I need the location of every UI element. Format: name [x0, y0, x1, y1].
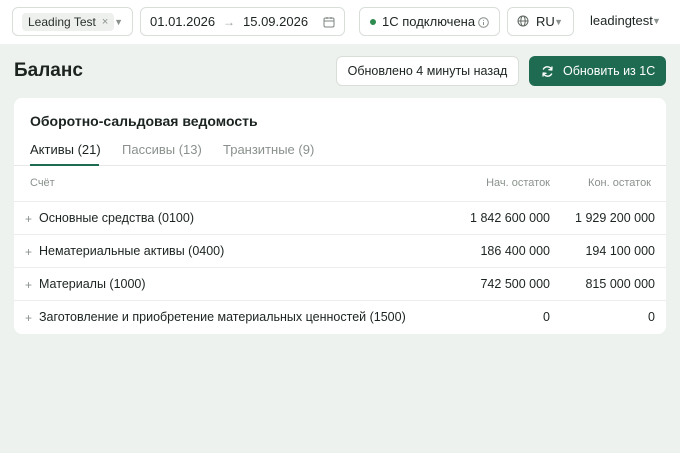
chip-remove-icon[interactable]: ×: [102, 16, 108, 28]
end-balance: 815 000 000: [585, 277, 655, 291]
refresh-button-label: Обновить из 1С: [563, 64, 656, 78]
arrow-right-icon: →: [223, 15, 235, 29]
table-row[interactable]: + Материалы (1000) 742 500 000 815 000 0…: [14, 267, 666, 300]
top-bar: Leading Test × ▼ 01.01.2026 → 15.09.2026…: [0, 0, 680, 44]
start-balance: 1 842 600 000: [470, 211, 550, 225]
expand-icon[interactable]: +: [25, 245, 32, 259]
page-title: Баланс: [14, 60, 83, 81]
expand-icon[interactable]: +: [25, 311, 32, 325]
start-balance: 742 500 000: [480, 277, 550, 291]
tab-transit[interactable]: Транзитные (9): [223, 142, 314, 157]
last-updated-badge: Обновлено 4 минуты назад: [336, 56, 519, 86]
globe-icon: [517, 15, 529, 30]
start-balance: 0: [543, 310, 550, 324]
chevron-down-icon: ▼: [652, 16, 661, 26]
table-row[interactable]: + Заготовление и приобретение материальн…: [14, 300, 666, 333]
date-from[interactable]: 01.01.2026: [150, 14, 215, 29]
card-title: Оборотно-сальдовая ведомость: [30, 113, 258, 129]
account-name: Нематериальные активы (0400): [39, 244, 225, 258]
tabs: Активы (21) Пассивы (13) Транзитные (9): [14, 140, 666, 166]
language-label: RU: [536, 14, 555, 29]
company-chip: Leading Test ×: [22, 12, 115, 31]
language-selector[interactable]: RU ▼: [507, 7, 574, 36]
connection-status[interactable]: 1С подключена: [359, 7, 500, 36]
tab-liabilities[interactable]: Пассивы (13): [122, 142, 202, 157]
date-range-picker[interactable]: 01.01.2026 → 15.09.2026: [140, 7, 345, 36]
info-icon[interactable]: [478, 16, 489, 31]
account-name: Заготовление и приобретение материальных…: [39, 310, 406, 324]
column-header-start-balance: Нач. остаток: [486, 177, 550, 189]
end-balance: 1 929 200 000: [575, 211, 655, 225]
table-row[interactable]: + Основные средства (0100) 1 842 600 000…: [14, 201, 666, 234]
column-header-account: Счёт: [30, 177, 55, 189]
end-balance: 0: [648, 310, 655, 324]
account-name: Материалы (1000): [39, 277, 146, 291]
refresh-from-1c-button[interactable]: Обновить из 1С: [529, 56, 666, 86]
balance-card: Оборотно-сальдовая ведомость Активы (21)…: [14, 98, 666, 334]
active-tab-indicator: [30, 164, 99, 166]
tab-assets[interactable]: Активы (21): [30, 142, 101, 157]
column-header-end-balance: Кон. остаток: [588, 177, 651, 189]
date-to[interactable]: 15.09.2026: [243, 14, 308, 29]
account-name: Основные средства (0100): [39, 211, 194, 225]
refresh-icon: [542, 65, 553, 77]
connection-status-label: 1С подключена: [382, 14, 476, 29]
expand-icon[interactable]: +: [25, 278, 32, 292]
user-name: leadingtest: [590, 13, 653, 28]
expand-icon[interactable]: +: [25, 212, 32, 226]
status-dot: [370, 19, 376, 25]
user-menu[interactable]: leadingtest ▼: [590, 13, 661, 28]
start-balance: 186 400 000: [480, 244, 550, 258]
end-balance: 194 100 000: [585, 244, 655, 258]
company-chip-label: Leading Test: [28, 14, 96, 29]
company-selector[interactable]: Leading Test × ▼: [12, 7, 133, 36]
calendar-icon[interactable]: [323, 16, 335, 31]
chevron-down-icon: ▼: [114, 17, 123, 27]
chevron-down-icon: ▼: [554, 17, 563, 27]
table-row[interactable]: + Нематериальные активы (0400) 186 400 0…: [14, 234, 666, 267]
